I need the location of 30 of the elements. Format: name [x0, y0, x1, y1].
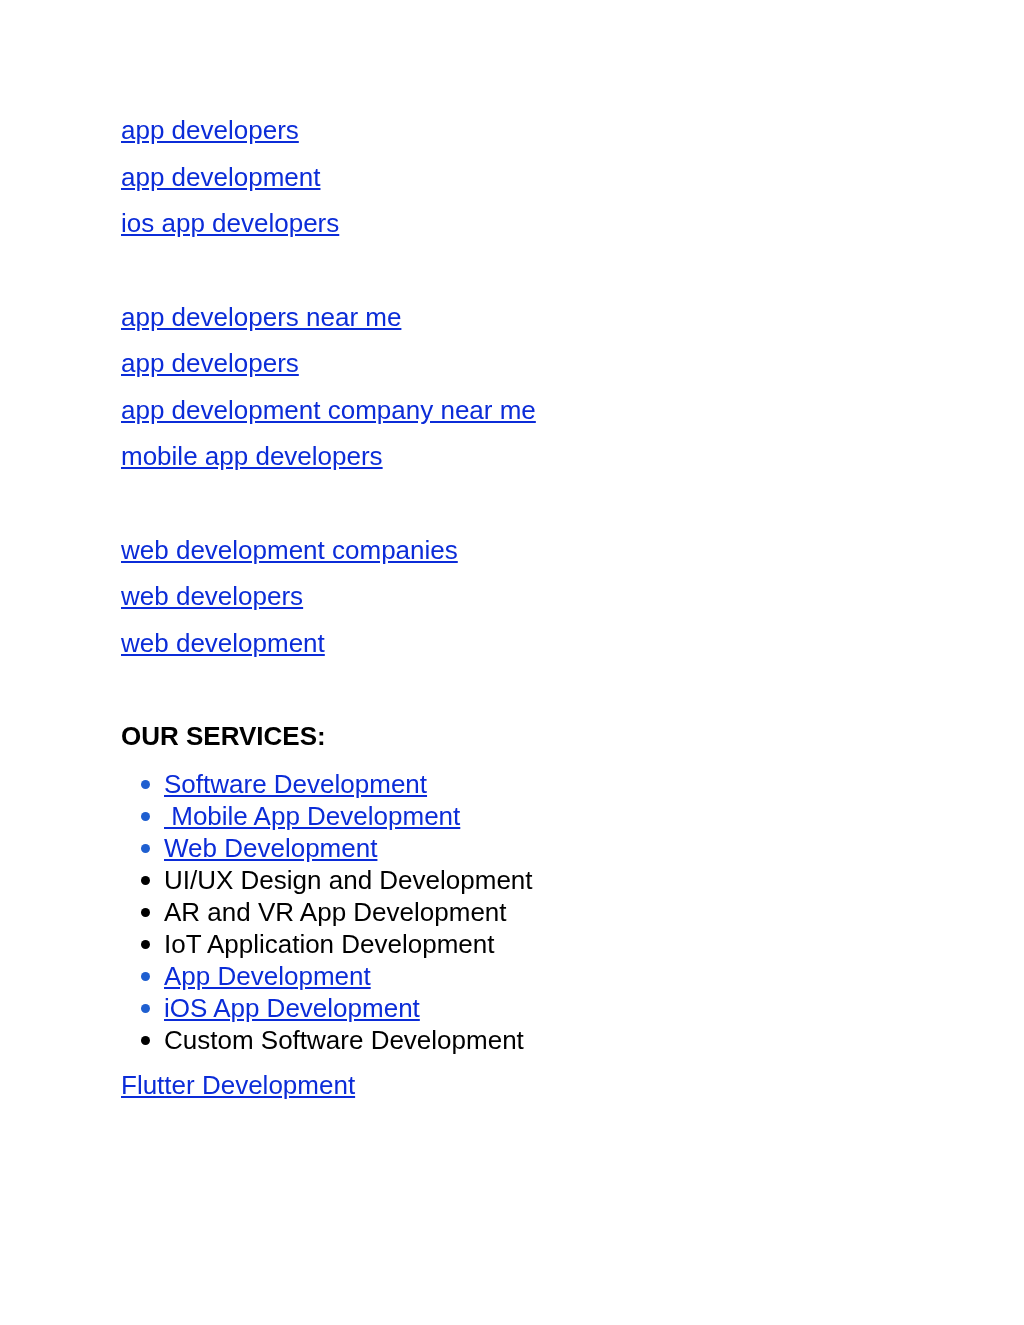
- bullet-icon: [141, 875, 150, 885]
- bullet-icon: [141, 843, 150, 853]
- service-item: Custom Software Development: [164, 1024, 524, 1056]
- bullet-icon: [141, 779, 150, 789]
- bullet-icon: [141, 1035, 150, 1045]
- bullet-icon: [141, 1003, 150, 1013]
- service-item: AR and VR App Development: [164, 896, 507, 928]
- link[interactable]: app developers near me: [121, 293, 402, 340]
- bullet-icon: [141, 811, 150, 821]
- bullet-icon: [141, 907, 150, 917]
- link[interactable]: web development: [121, 619, 325, 666]
- bullet-icon: [141, 971, 150, 981]
- link[interactable]: app development company near me: [121, 386, 536, 433]
- bullet-icon: [141, 939, 150, 949]
- service-link[interactable]: iOS App Development: [164, 992, 420, 1024]
- service-link[interactable]: Software Development: [164, 768, 428, 800]
- link[interactable]: web development companies: [121, 526, 458, 573]
- link[interactable]: mobile app developers: [121, 433, 383, 480]
- section-heading: OUR SERVICES:: [121, 720, 326, 752]
- service-link[interactable]: App Development: [164, 960, 371, 992]
- link[interactable]: app development: [121, 153, 321, 200]
- service-item: UI/UX Design and Development: [164, 864, 533, 896]
- link[interactable]: Flutter Development: [121, 1069, 356, 1101]
- link[interactable]: ios app developers: [121, 200, 340, 247]
- service-item: IoT Application Development: [164, 928, 495, 960]
- link[interactable]: app developers: [121, 340, 299, 387]
- service-link[interactable]: Mobile App Development: [164, 800, 461, 832]
- link[interactable]: web developers: [121, 573, 304, 620]
- service-link[interactable]: Web Development: [164, 832, 378, 864]
- link[interactable]: app developers: [121, 107, 299, 154]
